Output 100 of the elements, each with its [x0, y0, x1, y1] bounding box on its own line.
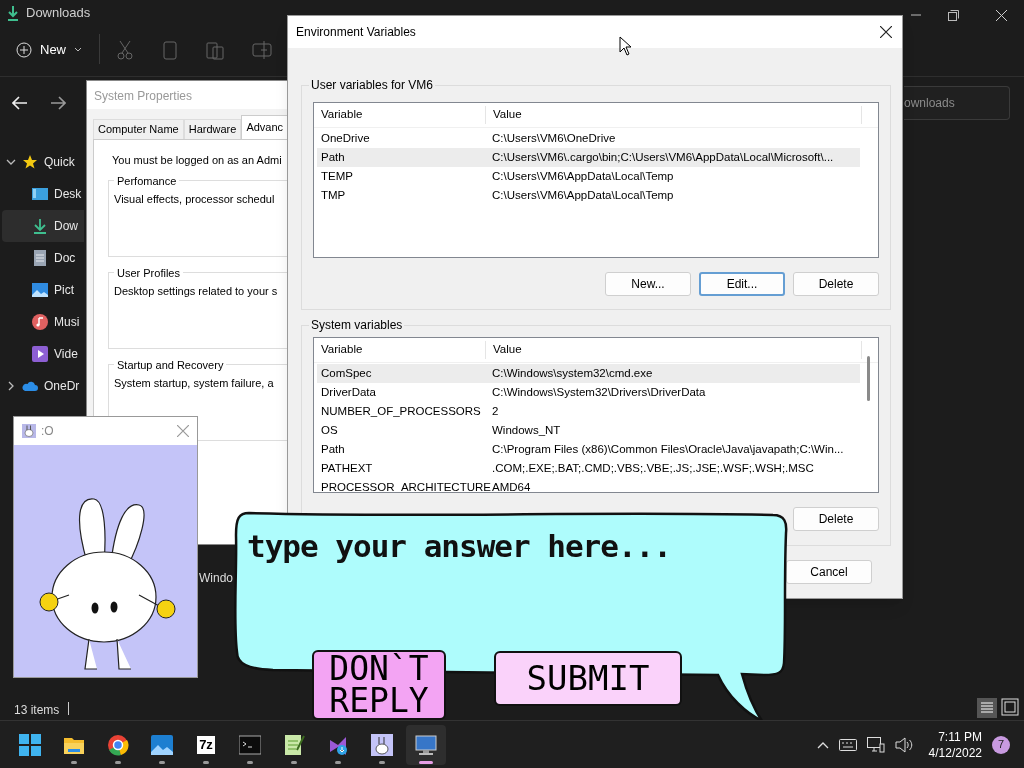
nav-item[interactable]: Doc	[2, 242, 84, 274]
table-row[interactable]: NUMBER_OF_PROCESSORS 2	[317, 402, 860, 421]
cut-icon[interactable]	[116, 40, 134, 60]
chevron-down-icon	[74, 47, 82, 53]
close-icon	[177, 425, 189, 437]
table-cell-text: 2	[491, 403, 499, 419]
answer-field[interactable]: type your answer here...	[247, 524, 767, 568]
tab[interactable]: Hardware	[183, 119, 242, 139]
group-description: Visual effects, processor schedul	[114, 192, 275, 207]
table-row[interactable]: PATHEXT .COM;.EXE;.BAT;.CMD;.VBS;.VBE;.JS;.JSE;.WSF;.WSH;.MSC	[317, 459, 860, 478]
search-field[interactable]: ownloads	[904, 86, 1010, 120]
nav-item[interactable]: Quick	[2, 146, 84, 178]
table-row[interactable]: OneDrive C:\Users\VM6\OneDrive	[317, 129, 860, 148]
volume-icon[interactable]	[894, 736, 913, 753]
archive-logo: 7z	[197, 735, 215, 754]
edit-button[interactable]: Edit...	[699, 272, 785, 296]
column-header[interactable]: Variable	[314, 106, 486, 124]
photo-icon	[151, 733, 173, 756]
forward-arrow-icon[interactable]	[50, 96, 66, 110]
notepad-icon	[283, 733, 305, 756]
taskbar-app[interactable]: 7z	[186, 724, 226, 765]
notification-badge[interactable]: 7	[992, 735, 1010, 754]
group-title: Startup and Recovery	[116, 357, 225, 373]
table-cell-text: C:\Users\VM6\AppData\Local\Temp	[491, 187, 674, 203]
group-description: Desktop settings related to your s	[114, 284, 278, 299]
table-row[interactable]: TEMP C:\Users\VM6\AppData\Local\Temp	[317, 167, 860, 186]
table-row[interactable]: OS Windows_NT	[317, 421, 860, 440]
desktop-icon	[32, 186, 48, 202]
table-cell-text: C:\Program Files (x86)\Common Files\Oracle\Java\javapath;C:\Win...	[491, 441, 844, 457]
nav-item[interactable]: Vide	[2, 338, 84, 370]
windows-logo-icon	[19, 733, 41, 756]
video-icon	[32, 346, 48, 362]
table-cell-text: TEMP	[320, 168, 354, 184]
table-cell-text: TMP	[320, 187, 347, 203]
column-header[interactable]: Value	[486, 106, 862, 124]
table-cell-text: C:\Windows\system32\cmd.exe	[491, 365, 653, 381]
scrollbar-thumb[interactable]	[867, 356, 870, 401]
table-cell-text: .COM;.EXE;.BAT;.CMD;.VBS;.VBE;.JS;.JSE;.WSF;.WSH;.MSC	[491, 460, 814, 476]
table-cell-text: C:\Windows\System32\Drivers\DriverData	[491, 384, 706, 400]
details-view-icon[interactable]	[977, 698, 997, 718]
music-icon	[32, 314, 48, 330]
table-cell-text: OneDrive	[320, 130, 371, 146]
window-title: System Properties	[87, 81, 287, 109]
plus-icon	[16, 42, 32, 58]
chevron-down-icon[interactable]	[6, 157, 16, 167]
computer-icon	[415, 733, 437, 756]
nav-item[interactable]: Pict	[2, 274, 84, 306]
star-icon	[22, 154, 38, 170]
clock[interactable]: 7:11 PM 4/12/2022	[928, 728, 982, 761]
bunny-icon	[22, 424, 36, 438]
item-count: 13 items	[14, 702, 60, 719]
nav-item[interactable]: Dow	[2, 210, 84, 242]
submit-button[interactable]: SUBMIT	[494, 651, 682, 706]
window-text: Windo	[199, 570, 233, 587]
keyboard-icon[interactable]	[838, 738, 857, 751]
table-row[interactable]: TMP C:\Users\VM6\AppData\Local\Temp	[317, 186, 860, 205]
cancel-button[interactable]: Cancel	[786, 560, 872, 584]
network-icon[interactable]	[866, 736, 885, 753]
close-icon	[995, 9, 1007, 21]
back-arrow-icon[interactable]	[12, 96, 28, 110]
tab[interactable]: Computer Name	[93, 119, 184, 139]
new-button[interactable]: New...	[605, 272, 691, 296]
table-row[interactable]: DriverData C:\Windows\System32\Drivers\DriverData	[317, 383, 860, 402]
table-cell-text: C:\Users\VM6\AppData\Local\Temp	[491, 168, 674, 184]
table-cell-text: DriverData	[320, 384, 377, 400]
nav-item[interactable]: OneDr	[2, 370, 84, 402]
new-button[interactable]: New	[16, 38, 82, 62]
restore-icon	[947, 9, 959, 21]
time-text: 7:11 PM	[938, 728, 982, 745]
delete-button[interactable]: Delete	[793, 272, 879, 296]
table-row[interactable]: Path C:\Program Files (x86)\Common Files\Oracle\Java\javapath;C:\Win...	[317, 440, 860, 459]
chevron-right-icon[interactable]	[6, 381, 16, 391]
download-icon	[32, 218, 48, 234]
window-title: :O	[41, 423, 54, 440]
taskbar-app[interactable]	[406, 724, 446, 765]
table-cell-text: C:\Users\VM6\.cargo\bin;C:\Users\VM6\AppData\Local\Microsoft\...	[491, 149, 834, 165]
delete-button[interactable]: Delete	[793, 507, 879, 531]
group-description: System startup, system failure, a	[114, 376, 274, 391]
table-row[interactable]: ComSpec C:\Windows\system32\cmd.exe	[317, 364, 860, 383]
table-row[interactable]: Path C:\Users\VM6\.cargo\bin;C:\Users\VM6\AppData\Local\Microsoft\...	[317, 148, 860, 167]
group-title: System variables	[310, 317, 404, 334]
nav-item[interactable]: Desk	[2, 178, 84, 210]
picture-icon	[32, 282, 48, 298]
window-title: Environment Variables	[296, 24, 416, 41]
table-cell-text: OS	[320, 422, 339, 438]
column-header[interactable]: Value	[486, 341, 862, 359]
group-title: Perfomance	[116, 173, 178, 189]
tab[interactable]: Advanc	[241, 115, 287, 139]
tiles-view-icon[interactable]	[1001, 698, 1019, 716]
window-title: Downloads	[26, 4, 91, 22]
close-icon	[880, 26, 892, 38]
browser-icon	[107, 733, 129, 756]
dont-reply-button[interactable]: DON`T REPLY	[312, 650, 446, 720]
chevron-up-icon[interactable]	[816, 740, 829, 749]
table-cell-text: NUMBER_OF_PROCESSORS	[320, 403, 482, 419]
table-cell-text: Windows_NT	[491, 422, 561, 438]
column-header[interactable]: Variable	[314, 341, 486, 359]
nav-item[interactable]: Musi	[2, 306, 84, 338]
table-cell-text: Path	[320, 441, 346, 457]
bunny-icon	[371, 733, 393, 756]
